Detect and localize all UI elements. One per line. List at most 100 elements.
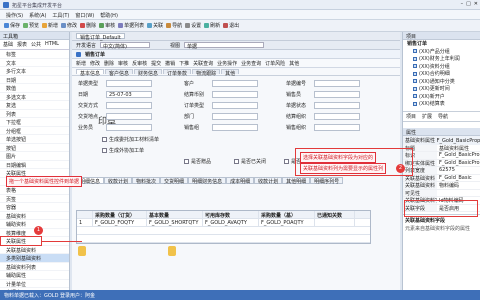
toolbox-item[interactable]: 列表: [0, 110, 69, 118]
property-row[interactable]: 标识 F_Gold_BasicPro: [403, 152, 480, 160]
toolbox-tab[interactable]: 报表: [17, 41, 27, 48]
checkbox[interactable]: [413, 71, 417, 76]
grid-column-header[interactable]: 基本数量: [147, 211, 203, 218]
tree-root[interactable]: 销售订单: [403, 40, 480, 48]
grid-column-header[interactable]: 已通知关数: [315, 211, 355, 218]
grid-tab[interactable]: 明细序列号: [310, 177, 344, 185]
grid-cell[interactable]: F_GOLD_POAQTY: [259, 219, 315, 226]
grid-cell[interactable]: F_GOLD_FOQTY: [93, 219, 147, 226]
toolbox-item[interactable]: 分组框: [0, 127, 69, 135]
checkbox[interactable]: [413, 56, 417, 61]
document-tab[interactable]: 销售订单_Default: [76, 33, 125, 41]
field-input[interactable]: [212, 102, 258, 109]
property-row[interactable]: 关联基础资料 物料编码: [403, 182, 480, 190]
grid-tab[interactable]: 物料批次: [132, 177, 161, 185]
form-toolbar-button[interactable]: 修改: [90, 60, 100, 67]
tree-item[interactable]: (XX)新开户: [403, 93, 480, 101]
checkbox[interactable]: [413, 86, 417, 91]
toolbox-item[interactable]: 日期编辑: [0, 161, 69, 169]
checkbox[interactable]: [413, 79, 417, 84]
menu-item[interactable]: 操作(S): [6, 12, 23, 19]
grid-column-header[interactable]: 采购数量（基）: [259, 211, 315, 218]
toolbar-button[interactable]: 审核: [99, 22, 115, 29]
toolbar-button[interactable]: 单据列表: [118, 22, 144, 29]
field-input[interactable]: 25-07-03: [106, 91, 152, 98]
form-toolbar-button[interactable]: 业务操作: [217, 60, 237, 67]
toolbox-item[interactable]: 标签: [0, 50, 69, 59]
checkbox[interactable]: [413, 49, 417, 54]
field-input[interactable]: [314, 124, 360, 131]
toolbox-item[interactable]: 计量单位: [0, 280, 69, 288]
property-value[interactable]: 物料编码: [437, 182, 480, 189]
property-value[interactable]: F_Gold_Basic: [437, 175, 480, 182]
checkbox-field[interactable]: 生成委托加工材料清单: [102, 136, 159, 143]
field-input[interactable]: [314, 113, 360, 120]
lang-select[interactable]: 中文(简体): [100, 42, 151, 50]
grid-tab[interactable]: 成本明细: [226, 177, 255, 185]
property-row[interactable]: 标题 基础资料属性: [403, 144, 480, 152]
field-input[interactable]: [212, 91, 258, 98]
form-toolbar-button[interactable]: 订单风险: [265, 60, 285, 67]
field-input[interactable]: [106, 102, 152, 109]
toolbox-item[interactable]: 辅助属性: [0, 271, 69, 280]
toolbox-tab[interactable]: HTML: [45, 41, 59, 48]
field-input[interactable]: [212, 113, 258, 120]
toolbox-tab[interactable]: 基础: [3, 41, 13, 48]
toolbar-button[interactable]: 删除: [80, 22, 96, 29]
grid-cell[interactable]: [315, 219, 355, 226]
form-tab[interactable]: 其他: [221, 69, 240, 77]
form-toolbar-button[interactable]: 审核: [118, 60, 128, 67]
toolbox-item[interactable]: 基础资料: [0, 212, 69, 220]
field-input[interactable]: [314, 91, 360, 98]
property-row[interactable]: 关联基础资料 F_Gold_Basic: [403, 174, 480, 182]
toolbox-item[interactable]: 按钮: [0, 144, 69, 152]
toolbar-button[interactable]: 退出: [223, 22, 239, 29]
toolbox-item[interactable]: 下拉框: [0, 118, 69, 127]
toolbar-button[interactable]: 关联: [147, 22, 163, 29]
field-input[interactable]: [106, 113, 152, 120]
project-tab[interactable]: 项目: [406, 113, 416, 120]
toolbox-item[interactable]: 多类别基础资料: [0, 254, 69, 263]
form-toolbar-button[interactable]: 撤销: [165, 60, 175, 67]
form-toolbar-button[interactable]: 删除: [104, 60, 114, 67]
property-row[interactable]: 列表宽度 62575: [403, 167, 480, 175]
grid-tab[interactable]: 收款计划: [254, 177, 283, 185]
field-input[interactable]: [314, 80, 360, 87]
toolbar-button[interactable]: 刷新: [204, 22, 220, 29]
tree-item[interactable]: (XX)合约明细: [403, 70, 480, 78]
view-select[interactable]: 单据: [184, 42, 265, 50]
close-icon[interactable]: ✕: [474, 1, 478, 7]
form-toolbar-button[interactable]: 下推: [179, 60, 189, 67]
form-toolbar-button[interactable]: 新增: [76, 60, 86, 67]
checkbox[interactable]: [284, 159, 289, 164]
form-toolbar-button[interactable]: 关联查询: [193, 60, 213, 67]
toolbox-item[interactable]: 页签: [0, 195, 69, 203]
grid-cell[interactable]: F_GOLD_AVAQTY: [203, 219, 259, 226]
toolbox-item[interactable]: 复选: [0, 101, 69, 110]
field-input[interactable]: [212, 80, 258, 87]
checkbox[interactable]: [234, 159, 239, 164]
minimize-icon[interactable]: –: [461, 1, 464, 7]
toolbar-button[interactable]: 导航: [166, 22, 182, 29]
property-row[interactable]: 可见性: [403, 189, 480, 197]
checkbox[interactable]: [102, 148, 107, 153]
menu-item[interactable]: 系统(A): [29, 12, 46, 19]
form-tab[interactable]: 财务信息: [134, 69, 163, 77]
toolbox-item[interactable]: 多行文本: [0, 67, 69, 76]
grid-cell[interactable]: F_GOLD_SHORTQTY: [147, 219, 203, 226]
tree-item[interactable]: (XX)产品分组: [403, 48, 480, 56]
form-toolbar-button[interactable]: 其他: [289, 60, 299, 67]
form-tab[interactable]: 物流跟踪: [192, 69, 221, 77]
toolbox-item[interactable]: 文本: [0, 59, 69, 67]
toolbar-button[interactable]: 保存: [4, 22, 20, 29]
grid-column-header[interactable]: 采购数量（订货）: [93, 211, 147, 218]
grid-tab[interactable]: 交货明细: [160, 177, 189, 185]
toolbox-item[interactable]: 多选文本: [0, 93, 69, 101]
toolbox-item[interactable]: 数值: [0, 84, 69, 93]
toolbar-button[interactable]: 设置: [185, 22, 201, 29]
grid-column-header[interactable]: 可用库存数: [203, 211, 259, 218]
toolbar-button[interactable]: 修改: [61, 22, 77, 29]
form-tab[interactable]: 客户信息: [105, 69, 134, 77]
menu-item[interactable]: 窗口(W): [75, 12, 94, 19]
tree-item[interactable]: (XX)资料分组: [403, 63, 480, 71]
